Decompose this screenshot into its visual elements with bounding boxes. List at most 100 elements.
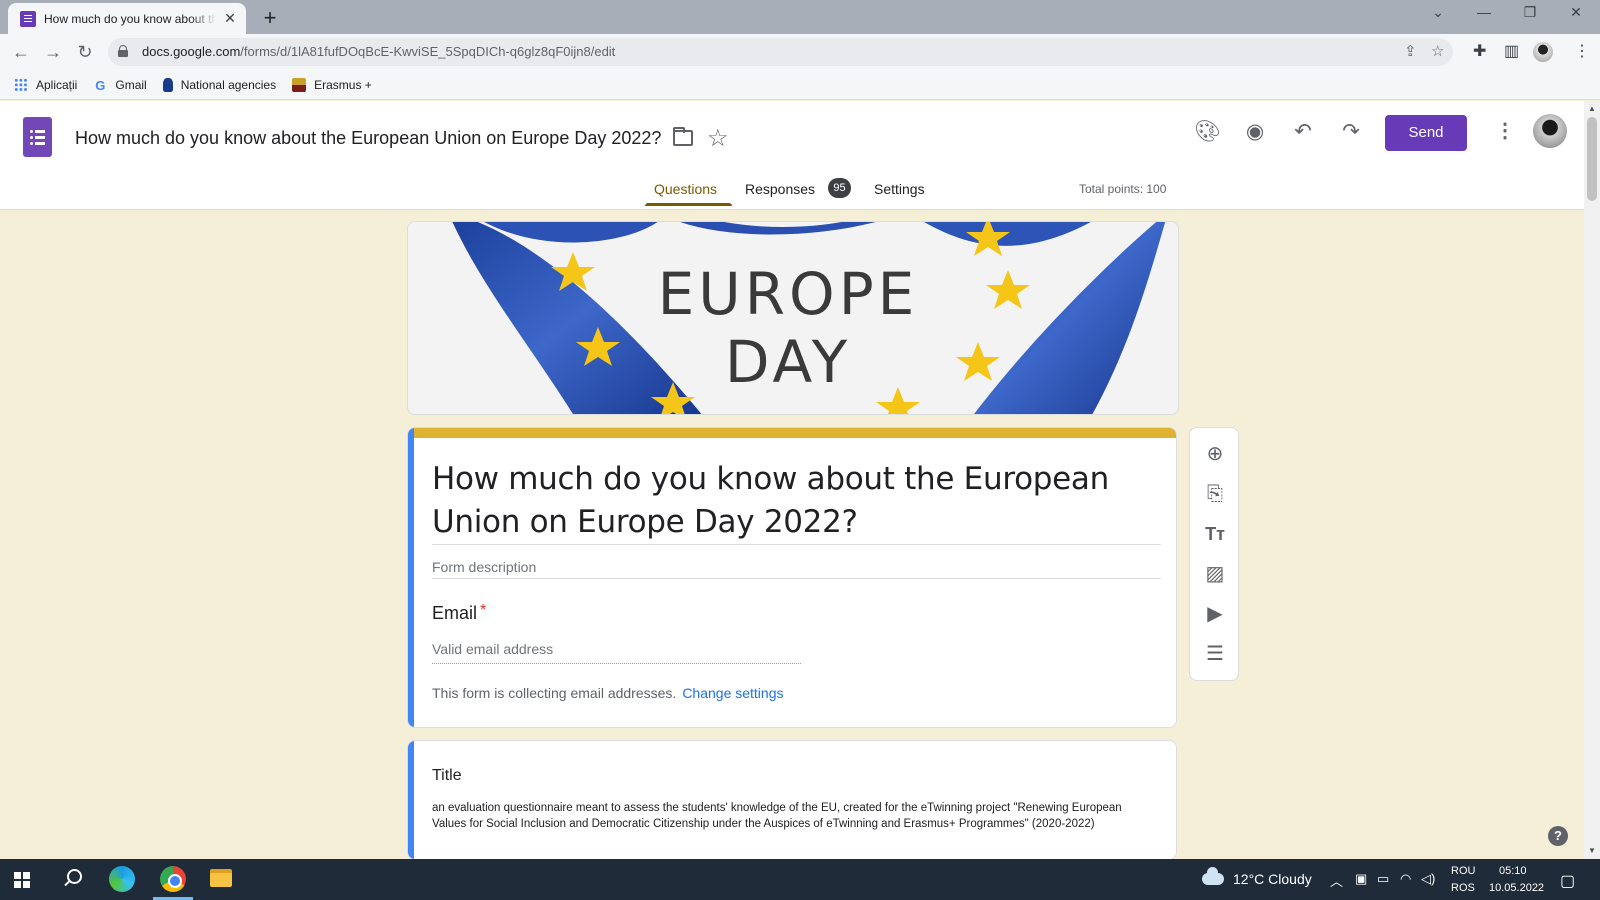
google-icon: G — [95, 77, 106, 93]
back-icon[interactable]: ← — [8, 39, 34, 65]
input-language-top[interactable]: ROU — [1451, 865, 1475, 877]
banner-text-europe: EUROPE — [658, 260, 919, 328]
cloudy-weather-icon[interactable] — [1202, 867, 1224, 885]
bookmark-national-agencies[interactable]: National agencies — [162, 77, 276, 92]
scroll-down-icon[interactable]: ▼ — [1588, 846, 1596, 855]
page-scrollbar[interactable]: ▲ ▼ — [1584, 101, 1600, 859]
url-text[interactable]: docs.google.com/forms/d/1lA81fufDOqBcE-K… — [142, 44, 615, 59]
close-tab-icon[interactable]: ✕ — [222, 10, 238, 27]
file-explorer-icon[interactable] — [210, 869, 232, 887]
notifications-icon[interactable]: ▢ — [1560, 871, 1575, 891]
redo-icon[interactable]: ↷ — [1338, 119, 1364, 145]
title-description-card[interactable]: Title an evaluation questionnaire meant … — [407, 740, 1177, 860]
email-question-label: Email * — [432, 602, 487, 623]
star-icon[interactable]: ☆ — [707, 124, 729, 153]
chrome-menu-icon[interactable]: ⋮ — [1574, 41, 1590, 61]
show-hidden-icons-chevron-icon[interactable]: ︿ — [1330, 871, 1343, 890]
reload-icon[interactable]: ↻ — [72, 39, 98, 65]
tab-responses[interactable]: Responses — [745, 181, 815, 197]
browser-tab-title: How much do you know about the European … — [44, 11, 216, 26]
question-side-toolbar: ⊕ ⎘ Tт ▨ ▶ ☰ — [1189, 427, 1239, 681]
import-questions-icon[interactable]: ⎘ — [1203, 482, 1227, 506]
form-title-card[interactable]: How much do you know about the European … — [407, 427, 1177, 728]
clock-date[interactable]: 10.05.2022 — [1489, 882, 1544, 894]
forward-icon[interactable]: → — [40, 39, 66, 65]
total-points: Total points: 100 — [1079, 182, 1167, 196]
section-description[interactable]: an evaluation questionnaire meant to ass… — [432, 800, 1144, 832]
windows-start-icon[interactable] — [14, 872, 30, 888]
profile-avatar[interactable] — [1533, 42, 1553, 62]
edge-browser-icon[interactable] — [109, 866, 135, 892]
bookmarks-bar: Aplicații G Gmail National agencies Eras… — [0, 70, 1600, 100]
bookmark-star-icon[interactable]: ☆ — [1431, 42, 1444, 60]
forms-header: How much do you know about the European … — [0, 101, 1584, 210]
help-icon[interactable]: ? — [1548, 826, 1568, 846]
collecting-emails-note: This form is collecting email addresses.… — [432, 685, 784, 701]
add-section-icon[interactable]: ☰ — [1203, 642, 1227, 666]
more-options-icon[interactable]: ⋮ — [1495, 118, 1515, 144]
share-icon[interactable]: ⇪ — [1404, 42, 1417, 60]
add-title-description-icon[interactable]: Tт — [1203, 522, 1227, 546]
form-title-input[interactable]: How much do you know about the European … — [432, 458, 1162, 544]
tab-settings[interactable]: Settings — [874, 181, 925, 197]
browser-tab-strip: How much do you know about the European … — [0, 0, 1600, 34]
tab-search-chevron-icon[interactable]: ⌄ — [1426, 4, 1450, 21]
form-title-line: How much do you know about the European — [432, 461, 1109, 497]
search-icon[interactable] — [63, 869, 82, 887]
add-video-icon[interactable]: ▶ — [1203, 602, 1227, 626]
restore-icon[interactable]: ❐ — [1518, 4, 1542, 21]
wifi-icon[interactable]: ◠ — [1400, 871, 1411, 887]
window-close-icon[interactable]: ✕ — [1564, 4, 1588, 21]
form-tabs: Questions Responses 95 Settings Total po… — [0, 173, 1584, 210]
apps-grid-icon — [14, 77, 28, 92]
europe-day-banner-image: EUROPE DAY — [408, 222, 1178, 414]
side-panel-icon[interactable]: ▥ — [1504, 41, 1519, 61]
address-bar[interactable]: docs.google.com/forms/d/1lA81fufDOqBcE-K… — [108, 38, 1453, 66]
bookmark-label: Aplicații — [36, 77, 78, 92]
volume-icon[interactable]: ◁) — [1421, 871, 1435, 887]
responses-count-badge: 95 — [828, 178, 851, 198]
chrome-browser-icon[interactable] — [160, 866, 186, 892]
account-avatar[interactable] — [1533, 114, 1567, 148]
extensions-icon[interactable]: ✚ — [1473, 41, 1486, 61]
undo-icon[interactable]: ↶ — [1290, 119, 1316, 145]
add-question-icon[interactable]: ⊕ — [1203, 442, 1227, 466]
add-image-icon[interactable]: ▨ — [1203, 562, 1227, 586]
theme-accent-bar — [408, 428, 1176, 438]
document-title[interactable]: How much do you know about the European … — [75, 128, 661, 149]
google-forms-logo-icon[interactable] — [23, 117, 52, 157]
customize-theme-palette-icon[interactable]: 🎨︎ — [1194, 119, 1221, 145]
selected-card-indicator — [408, 428, 414, 727]
bookmark-apps[interactable]: Aplicații — [14, 77, 78, 92]
scroll-thumb[interactable] — [1587, 117, 1597, 201]
preview-eye-icon[interactable]: ◉ — [1242, 119, 1268, 145]
meet-now-icon[interactable]: ▣ — [1355, 871, 1367, 887]
bookmark-gmail[interactable]: G Gmail — [93, 77, 146, 93]
form-title-line: Union on Europe Day 2022? — [432, 504, 858, 540]
section-title[interactable]: Title — [432, 767, 462, 785]
weather-text[interactable]: 12°C Cloudy — [1233, 871, 1312, 887]
browser-tab[interactable]: How much do you know about the European … — [8, 3, 246, 34]
clock-time[interactable]: 05:10 — [1499, 865, 1527, 877]
forms-favicon-icon — [20, 10, 36, 27]
lock-icon[interactable] — [118, 45, 128, 57]
active-tab-indicator — [645, 203, 732, 206]
change-settings-link[interactable]: Change settings — [682, 685, 783, 701]
bookmark-erasmus[interactable]: Erasmus + — [292, 77, 372, 92]
banner-text-day: DAY — [725, 328, 851, 396]
agency-icon — [162, 77, 173, 92]
battery-icon[interactable]: ▭ — [1377, 871, 1389, 887]
move-to-folder-icon[interactable] — [673, 127, 693, 146]
divider — [432, 544, 1161, 545]
minimize-icon[interactable]: — — [1472, 4, 1496, 20]
form-description-input[interactable]: Form description — [432, 559, 536, 575]
input-language-bottom[interactable]: ROS — [1451, 882, 1475, 894]
email-field-underline — [432, 663, 801, 664]
tab-questions[interactable]: Questions — [654, 181, 717, 197]
send-button[interactable]: Send — [1385, 115, 1467, 151]
header-image[interactable]: EUROPE DAY — [407, 221, 1179, 415]
new-tab-icon[interactable]: + — [258, 5, 282, 31]
scroll-up-icon[interactable]: ▲ — [1588, 104, 1596, 113]
required-asterisk: * — [480, 602, 487, 619]
card-left-indicator — [408, 741, 414, 859]
